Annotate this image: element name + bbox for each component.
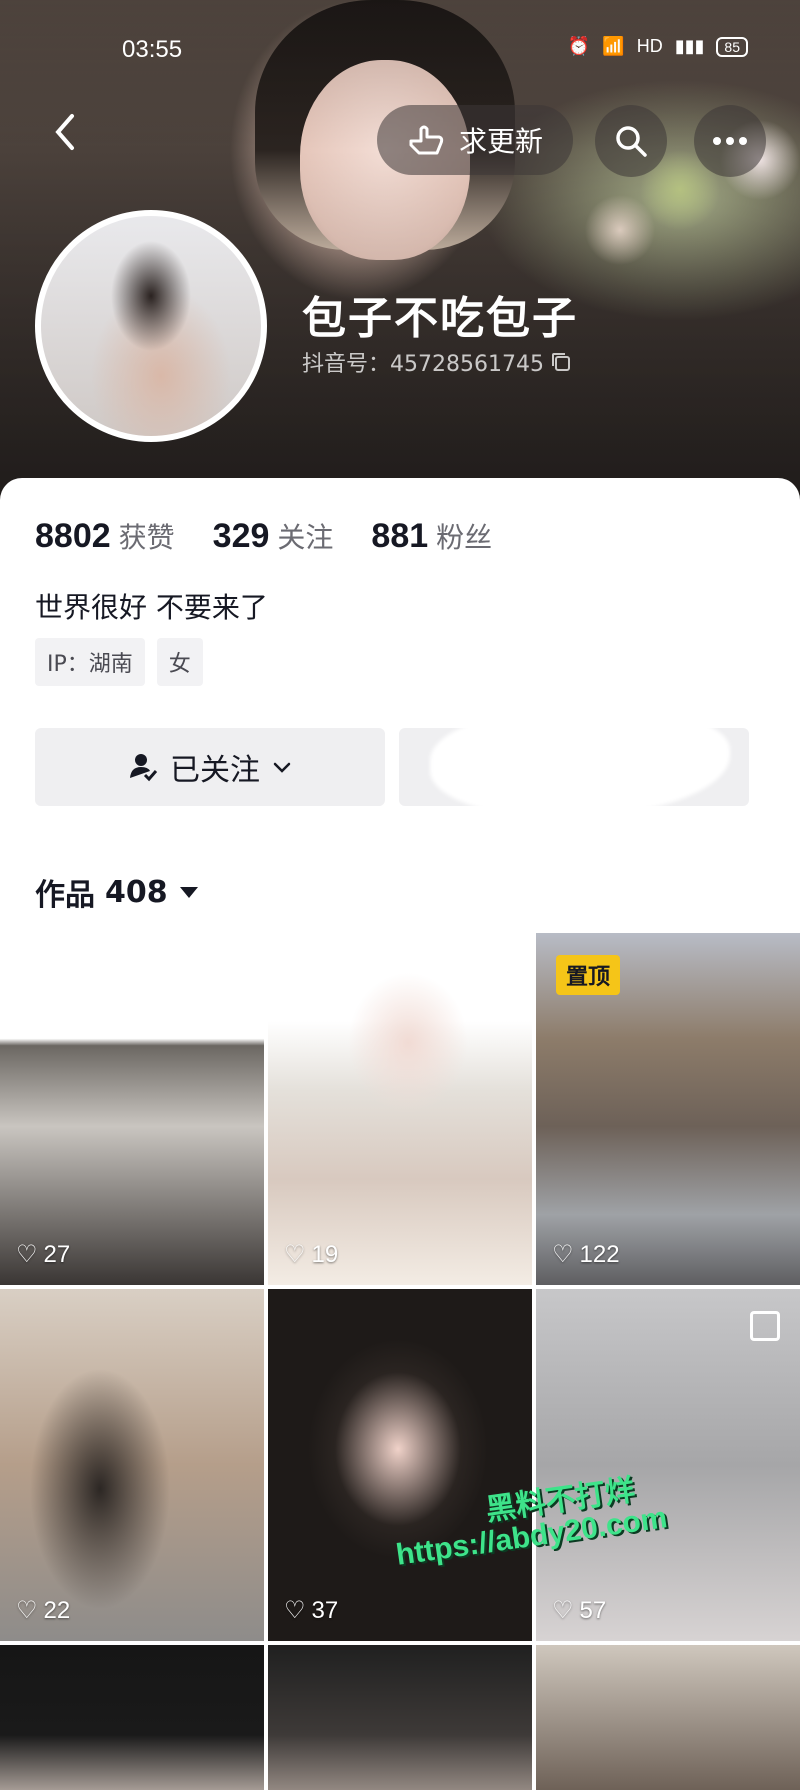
like-count: ♡ 122 [552, 1240, 620, 1269]
like-count-value: 122 [579, 1240, 620, 1268]
search-icon [616, 126, 647, 157]
stat-followers-value: 881 [371, 517, 429, 555]
video-thumbnail[interactable]: ♡ 27 [0, 933, 264, 1285]
video-thumbnail[interactable] [536, 1645, 800, 1790]
account-id-text: 抖音号：45728561745 [302, 352, 544, 377]
video-thumbnail[interactable] [0, 1645, 264, 1790]
more-dots-icon [713, 137, 747, 145]
heart-icon: ♡ [16, 1597, 38, 1624]
stat-likes[interactable]: 8802 获赞 [35, 516, 175, 556]
like-count-value: 37 [311, 1596, 339, 1624]
stat-following-label: 关注 [277, 521, 334, 554]
wifi-icon: 📶 [602, 36, 625, 56]
stat-followers[interactable]: 881 粉丝 [371, 516, 492, 556]
heart-icon: ♡ [552, 1597, 574, 1624]
stat-likes-label: 获赞 [118, 521, 175, 554]
back-button[interactable] [40, 112, 90, 162]
stat-following-value: 329 [212, 517, 270, 555]
user-check-icon [130, 754, 158, 782]
video-thumbnail[interactable]: 置顶 ♡ 122 [536, 933, 800, 1285]
profile-nickname: 包子不吃包子 [302, 293, 578, 344]
like-count-value: 22 [43, 1596, 71, 1624]
chevron-left-icon [55, 114, 74, 150]
like-count: ♡ 57 [552, 1596, 606, 1625]
status-time: 03:55 [122, 36, 183, 63]
video-grid: ♡ 27 ♡ 19 置顶 ♡ 122 ♡ 22 ♡ 37 ♡ 57 [0, 933, 800, 1790]
ip-location-tag: IP：湖南 [35, 638, 145, 686]
more-button[interactable] [694, 105, 766, 177]
works-label: 作品 [35, 878, 95, 913]
hand-pointer-icon [409, 125, 444, 155]
like-count: ♡ 19 [284, 1240, 338, 1269]
heart-icon: ♡ [284, 1241, 306, 1268]
copy-icon [551, 353, 570, 371]
gender-tag: 女 [156, 638, 203, 686]
profile-tags: IP：湖南 女 [35, 638, 203, 686]
search-button[interactable] [595, 105, 667, 177]
like-count: ♡ 22 [16, 1596, 70, 1625]
request-update-button[interactable]: 求更新 [377, 105, 574, 175]
battery-icon: 85 [716, 36, 748, 57]
multi-image-icon [750, 1311, 780, 1341]
account-id[interactable]: 抖音号：45728561745 [302, 346, 572, 378]
hd-icon: HD [636, 36, 663, 56]
chevron-down-icon [273, 762, 291, 773]
stat-followers-label: 粉丝 [436, 521, 493, 554]
status-icons: ⏰ 📶 HD ▮▮▮ 85 [568, 36, 748, 57]
request-update-label: 求更新 [459, 125, 544, 158]
like-count-value: 57 [579, 1596, 607, 1624]
followed-button[interactable]: 已关注 [35, 728, 385, 806]
profile-stats: 8802 获赞 329 关注 881 粉丝 [35, 516, 492, 556]
avatar[interactable] [35, 210, 267, 442]
profile-bio: 世界很好 不要来了 [35, 591, 268, 624]
video-thumbnail[interactable]: ♡ 57 [536, 1289, 800, 1641]
tab-works[interactable]: 作品 408 [35, 870, 200, 914]
video-thumbnail[interactable]: ♡ 22 [0, 1289, 264, 1641]
like-count: ♡ 37 [284, 1596, 338, 1625]
stat-following[interactable]: 329 关注 [213, 516, 334, 556]
like-count-value: 27 [43, 1240, 71, 1268]
video-thumbnail[interactable] [268, 1645, 532, 1790]
followed-label: 已关注 [170, 753, 260, 788]
heart-icon: ♡ [284, 1597, 306, 1624]
alarm-icon: ⏰ [567, 36, 591, 56]
heart-icon: ♡ [16, 1241, 38, 1268]
like-count: ♡ 27 [16, 1240, 70, 1269]
profile-card: 8802 获赞 329 关注 881 粉丝 世界很好 不要来了 IP：湖南 女 … [0, 478, 800, 1790]
like-count-value: 19 [311, 1240, 339, 1268]
video-thumbnail[interactable]: ♡ 37 [268, 1289, 532, 1641]
stat-likes-value: 8802 [35, 517, 111, 555]
signal-icon: ▮▮▮ [674, 36, 705, 56]
caret-down-icon [179, 887, 198, 898]
works-count: 408 [105, 874, 168, 910]
heart-icon: ♡ [552, 1241, 574, 1268]
pinned-badge: 置顶 [556, 955, 621, 995]
video-thumbnail[interactable]: ♡ 19 [268, 933, 532, 1285]
